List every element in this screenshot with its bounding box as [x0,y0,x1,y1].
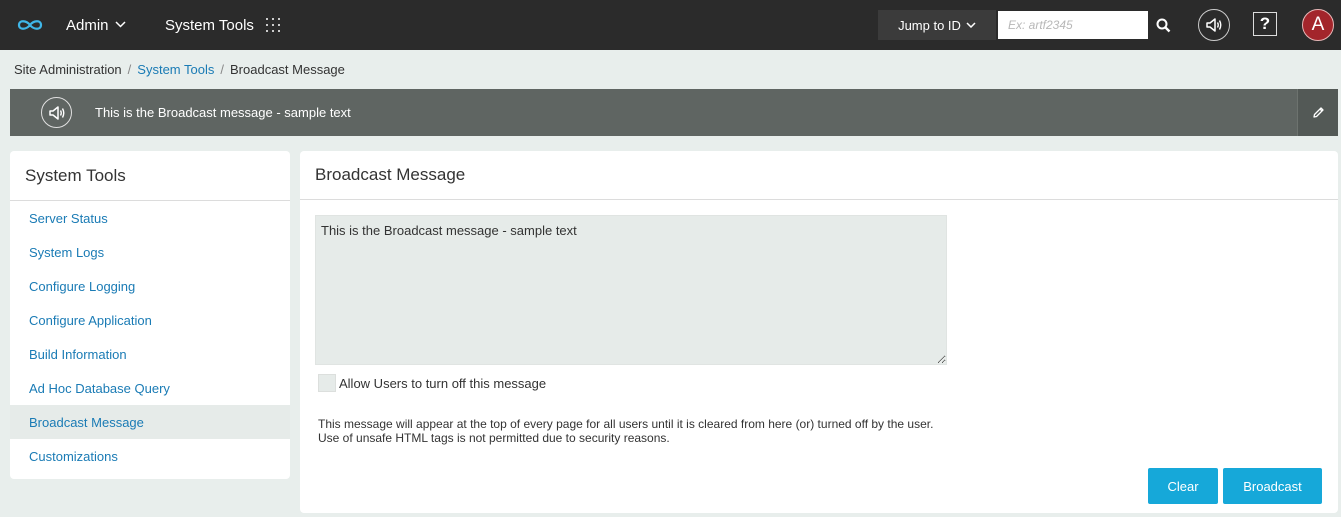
broadcast-banner-text: This is the Broadcast message - sample t… [95,105,351,120]
megaphone-icon[interactable] [1198,9,1230,41]
broadcast-button[interactable]: Broadcast [1223,468,1322,504]
info-note-line-2: Use of unsafe HTML tags is not permitted… [318,431,670,445]
system-tools-menu[interactable]: System Tools [165,0,280,50]
megaphone-icon [41,97,72,128]
user-avatar[interactable]: A [1302,9,1334,41]
jump-to-id-label: Jump to ID [898,17,961,33]
info-note-line-1: This message will appear at the top of e… [318,417,934,431]
jump-to-id-input[interactable] [998,11,1148,39]
sidebar-item-configure-logging[interactable]: Configure Logging [10,269,290,303]
sidebar-menu: Server Status System Logs Configure Logg… [10,201,290,473]
allow-turn-off-row: Allow Users to turn off this message [318,374,546,392]
search-icon[interactable] [1149,11,1177,39]
sidebar-item-server-status[interactable]: Server Status [10,201,290,235]
chevron-down-icon [115,19,126,31]
sidebar-item-customizations[interactable]: Customizations [10,439,290,473]
page-title: Broadcast Message [300,151,1338,200]
broadcast-banner: This is the Broadcast message - sample t… [10,89,1338,136]
breadcrumb-system-tools-link[interactable]: System Tools [137,62,214,77]
breadcrumb: Site Administration / System Tools / Bro… [14,62,345,77]
system-tools-label: System Tools [165,16,254,34]
apps-grid-icon [265,18,280,32]
sidebar-title: System Tools [10,151,290,201]
allow-turn-off-checkbox[interactable] [318,374,336,392]
top-navigation-bar: Admin System Tools Jump to ID ? A [0,0,1341,50]
pencil-icon[interactable] [1297,89,1338,136]
clear-button[interactable]: Clear [1148,468,1218,504]
broadcast-message-textarea[interactable]: This is the Broadcast message - sample t… [315,215,947,365]
breadcrumb-root: Site Administration [14,62,122,77]
broadcast-message-panel: Broadcast Message This is the Broadcast … [300,151,1338,513]
sidebar-item-system-logs[interactable]: System Logs [10,235,290,269]
sidebar-item-ad-hoc-database-query[interactable]: Ad Hoc Database Query [10,371,290,405]
app-logo-icon[interactable] [14,12,46,38]
help-icon[interactable]: ? [1253,12,1277,36]
sidebar-item-configure-application[interactable]: Configure Application [10,303,290,337]
breadcrumb-separator: / [220,62,224,77]
admin-menu-label: Admin [66,16,109,34]
system-tools-sidebar: System Tools Server Status System Logs C… [10,151,290,479]
allow-turn-off-label: Allow Users to turn off this message [339,375,547,391]
jump-to-id-dropdown[interactable]: Jump to ID [878,10,996,40]
sidebar-item-build-information[interactable]: Build Information [10,337,290,371]
sidebar-item-broadcast-message[interactable]: Broadcast Message [10,405,290,439]
chevron-down-icon [966,20,976,31]
broadcast-info-note: This message will appear at the top of e… [318,417,933,445]
breadcrumb-separator: / [127,62,132,77]
breadcrumb-current: Broadcast Message [230,62,345,77]
admin-menu[interactable]: Admin [66,0,126,50]
